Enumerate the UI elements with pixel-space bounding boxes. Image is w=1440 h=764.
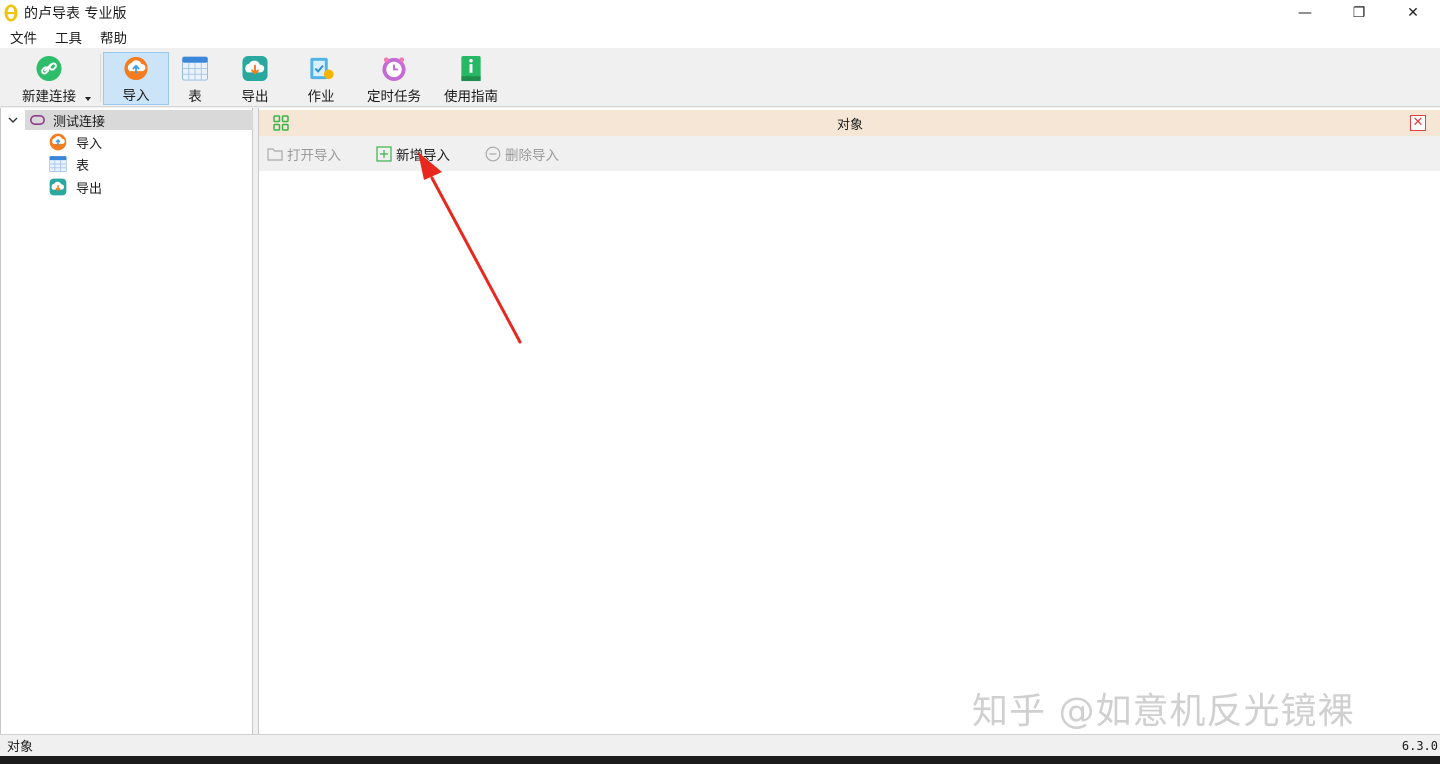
add-import-button[interactable]: 新增导入: [376, 144, 450, 164]
delete-import-label: 删除导入: [505, 148, 559, 164]
app-logo-icon: [4, 4, 18, 21]
connection-tree: 测试连接 导入 表 导出: [0, 108, 253, 734]
guide-label: 使用指南: [444, 89, 498, 105]
new-connection-label: 新建连接: [22, 89, 76, 105]
title-bar: 的卢导表 专业版 — ❐ ✕: [0, 0, 1440, 25]
menu-tools[interactable]: 工具: [55, 27, 82, 47]
scheduled-task-button[interactable]: 定时任务: [364, 52, 424, 105]
chevron-down-icon[interactable]: [7, 114, 19, 126]
job-button[interactable]: 作业: [300, 52, 342, 105]
import-label: 导入: [122, 88, 150, 104]
objects-panel-title: 对象: [836, 117, 863, 133]
add-import-label: 新增导入: [396, 148, 450, 164]
window-controls: — ❐ ✕: [1278, 0, 1440, 25]
minus-circle-icon: [485, 146, 501, 162]
folder-icon: [267, 148, 283, 161]
version-label: 6.3.0: [1401, 738, 1438, 753]
watermark: 知乎 @如意机反光镜裸: [972, 691, 1355, 732]
tree-root-selection[interactable]: 测试连接: [25, 110, 253, 130]
minimize-button[interactable]: —: [1278, 0, 1332, 25]
tree-node-test-connection[interactable]: 测试连接: [1, 110, 253, 130]
tree-item-import[interactable]: 导入: [49, 132, 102, 152]
tree-item-table[interactable]: 表: [49, 154, 89, 174]
info-book-icon: [461, 55, 481, 82]
close-button[interactable]: ✕: [1386, 0, 1440, 25]
table-button[interactable]: 表: [176, 52, 214, 105]
job-icon: [310, 57, 334, 80]
new-connection-button[interactable]: 新建连接: [18, 52, 80, 105]
window-title: 的卢导表 专业版: [24, 5, 127, 22]
menu-bar: 文件 工具 帮助: [0, 25, 1440, 48]
taskbar-strip: [0, 756, 1440, 764]
open-import-label: 打开导入: [287, 148, 341, 164]
plus-box-icon: [376, 146, 392, 162]
table-icon: [49, 155, 67, 173]
objects-panel-header: 对象 ✕: [259, 110, 1440, 136]
export-label: 导出: [241, 89, 269, 105]
menu-file[interactable]: 文件: [10, 27, 37, 47]
tree-item-export-label: 导出: [76, 181, 103, 197]
delete-import-button[interactable]: 删除导入: [485, 144, 559, 164]
scheduled-task-label: 定时任务: [367, 89, 421, 105]
guide-button[interactable]: 使用指南: [442, 52, 500, 105]
objects-panel: 对象 ✕ 打开导入 新增导入 删除导入: [258, 108, 1440, 734]
toolbar-separator: [100, 54, 101, 102]
panel-close-icon[interactable]: ✕: [1410, 115, 1426, 131]
import-icon: [49, 133, 67, 151]
export-icon: [242, 55, 268, 82]
job-label: 作业: [307, 89, 335, 105]
table-label: 表: [188, 89, 202, 105]
table-icon: [181, 56, 209, 81]
link-icon: [36, 55, 62, 82]
status-bar: 对象 6.3.0: [0, 734, 1440, 756]
new-connection-dropdown-icon[interactable]: [85, 97, 91, 101]
maximize-button[interactable]: ❐: [1332, 0, 1386, 25]
export-icon: [49, 178, 67, 196]
objects-toolbar: 打开导入 新增导入 删除导入: [259, 136, 1440, 171]
export-button[interactable]: 导出: [234, 52, 276, 105]
grid-icon: [273, 115, 289, 131]
clock-icon: [382, 57, 406, 82]
import-button[interactable]: 导入: [103, 52, 169, 105]
tree-root-label: 测试连接: [53, 114, 106, 130]
open-import-button[interactable]: 打开导入: [267, 144, 341, 164]
import-icon: [124, 56, 148, 81]
menu-help[interactable]: 帮助: [100, 27, 127, 47]
tree-item-export[interactable]: 导出: [49, 177, 102, 197]
main-toolbar: 新建连接 导入 表 导出 作业 定时任务 使用指南: [0, 48, 1440, 107]
tree-item-table-label: 表: [76, 158, 90, 174]
tree-item-import-label: 导入: [76, 136, 103, 152]
status-text: 对象: [7, 740, 34, 755]
database-icon: [30, 115, 45, 125]
